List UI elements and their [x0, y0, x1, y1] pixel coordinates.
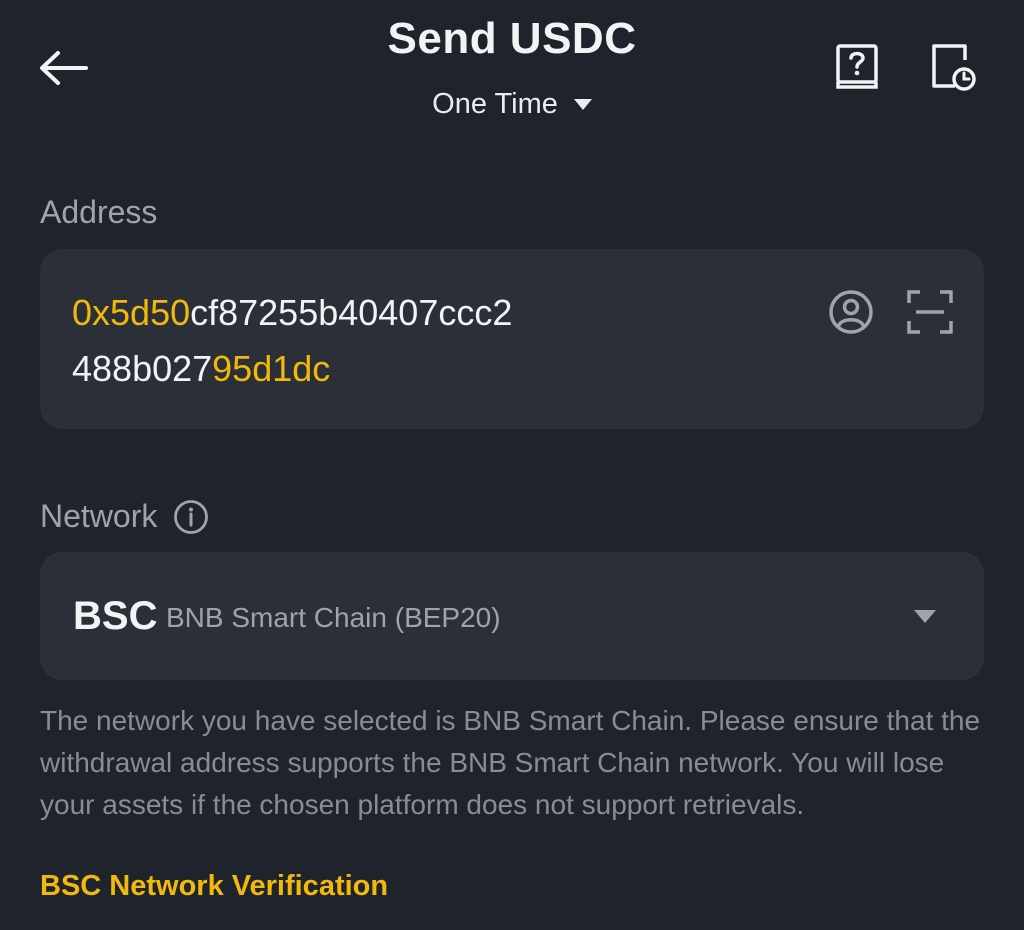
- scan-button[interactable]: [902, 285, 958, 339]
- network-label: Network: [40, 498, 158, 534]
- history-button[interactable]: [920, 36, 986, 98]
- network-select[interactable]: BSC BNB Smart Chain (BEP20): [40, 552, 984, 680]
- help-button[interactable]: [826, 36, 888, 98]
- address-middle-line2: 488b027: [72, 348, 213, 389]
- address-prefix: 0x5d50: [72, 292, 191, 333]
- caret-down-icon: [573, 98, 592, 110]
- send-mode-dropdown[interactable]: One Time: [400, 82, 624, 126]
- scan-icon: [907, 290, 953, 334]
- send-screen: Send USDC One Time Address 0x5d50cf87255…: [0, 0, 1024, 930]
- address-label: Address: [40, 194, 158, 230]
- network-name: BNB Smart Chain (BEP20): [166, 602, 501, 633]
- send-mode-label: One Time: [432, 87, 558, 120]
- address-value[interactable]: 0x5d50cf87255b40407ccc2 488b02795d1dc: [72, 285, 792, 397]
- info-icon[interactable]: [173, 499, 209, 535]
- network-label-row: Network: [40, 498, 209, 535]
- address-field[interactable]: 0x5d50cf87255b40407ccc2 488b02795d1dc: [40, 249, 984, 429]
- network-notice: The network you have selected is BNB Sma…: [40, 705, 981, 820]
- address-middle-line1: cf87255b40407ccc2: [190, 292, 513, 333]
- help-book-icon: [836, 44, 878, 89]
- address-book-button[interactable]: [824, 285, 878, 339]
- chevron-down-icon: [914, 610, 936, 623]
- network-code: BSC: [73, 594, 158, 638]
- address-book-icon: [829, 290, 873, 334]
- bsc-network-verification-link[interactable]: BSC Network Verification: [40, 870, 388, 903]
- history-clock-icon: [932, 44, 976, 91]
- address-suffix: 95d1dc: [212, 348, 331, 389]
